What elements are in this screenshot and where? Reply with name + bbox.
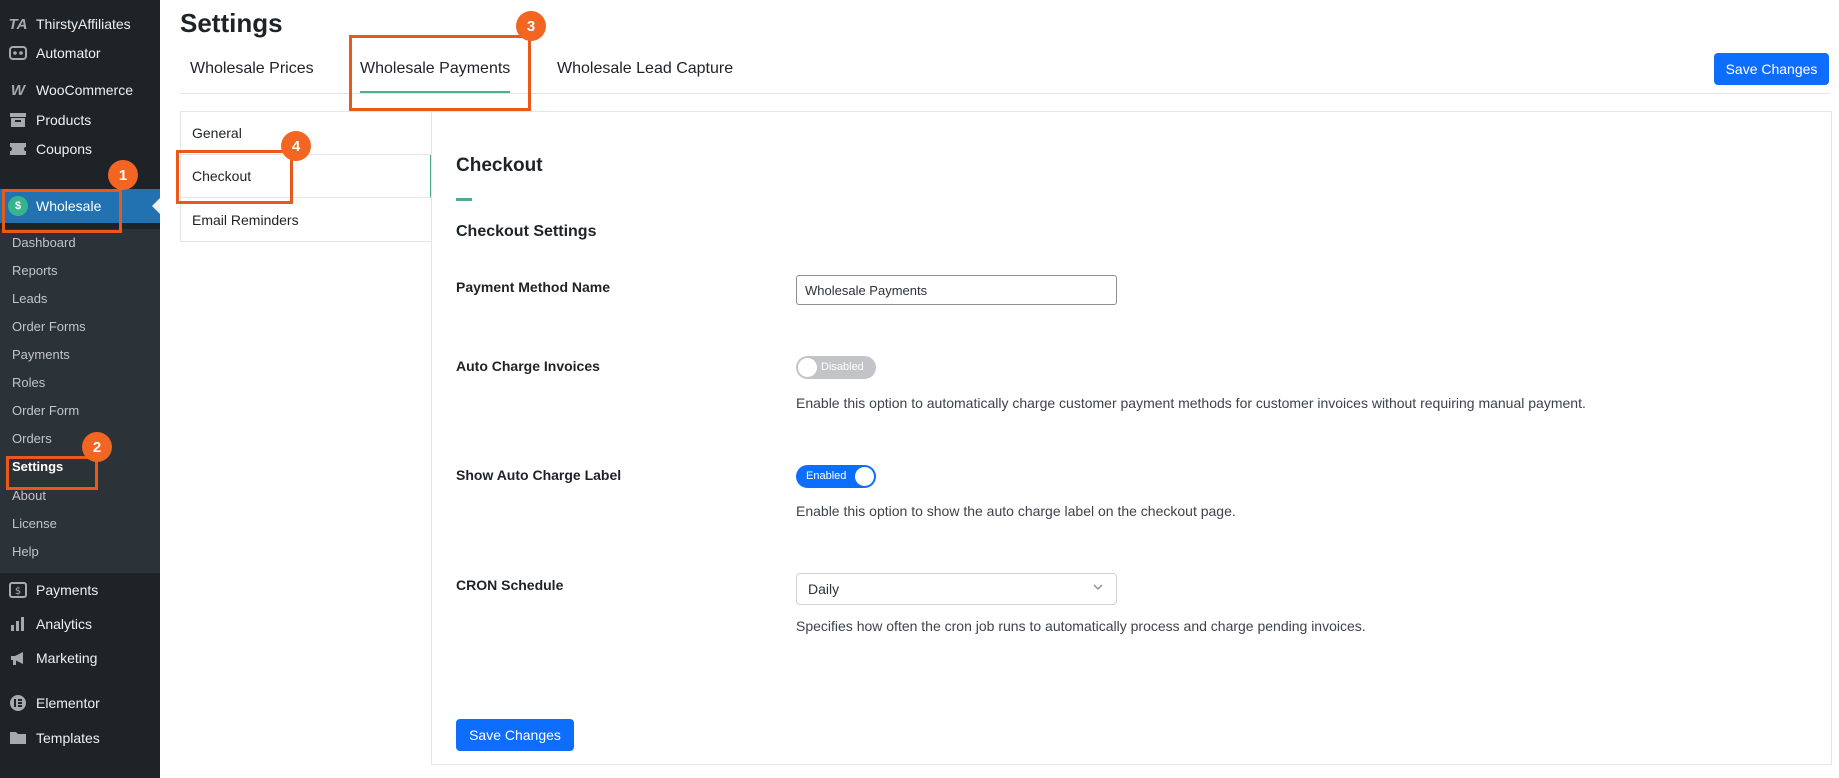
svg-text:$: $: [15, 586, 21, 597]
show-auto-charge-label-label: Show Auto Charge Label: [456, 467, 622, 483]
submenu-item-license[interactable]: License: [12, 516, 57, 531]
submenu-item-leads[interactable]: Leads: [12, 291, 47, 306]
side-tab-email-reminders[interactable]: Email Reminders: [181, 198, 432, 241]
submenu-item-about[interactable]: About: [12, 488, 46, 503]
products-icon: [8, 110, 28, 130]
show-auto-charge-label-toggle[interactable]: Enabled: [796, 465, 876, 488]
submenu-item-orders[interactable]: Orders: [12, 431, 52, 446]
cron-schedule-value: Daily: [808, 581, 840, 597]
menu-item-analytics[interactable]: Analytics: [0, 607, 160, 641]
menu-item-marketing[interactable]: Marketing: [0, 641, 160, 675]
marketing-icon: [8, 648, 28, 668]
section-title: Checkout: [456, 155, 543, 176]
annotation-box-2: [6, 456, 98, 490]
submenu-item-order-forms[interactable]: Order Forms: [12, 319, 86, 334]
chevron-down-icon: [1092, 581, 1104, 596]
auto-charge-invoices-toggle[interactable]: Disabled: [796, 356, 876, 379]
annotation-badge-4: 4: [281, 131, 311, 161]
woocommerce-icon: W: [10, 81, 26, 99]
menu-item-payments[interactable]: $ Payments: [0, 573, 160, 607]
title-accent-bar: [456, 198, 472, 201]
templates-icon: [8, 728, 28, 748]
menu-label: Marketing: [36, 650, 98, 666]
active-menu-arrow: [152, 198, 160, 214]
show-auto-charge-label-help: Enable this option to show the auto char…: [796, 503, 1236, 519]
menu-label: Templates: [36, 730, 100, 746]
tab-wholesale-lead-capture[interactable]: Wholesale Lead Capture: [557, 60, 733, 78]
menu-label: Elementor: [36, 695, 100, 711]
auto-charge-invoices-label: Auto Charge Invoices: [456, 358, 600, 374]
menu-label: WooCommerce: [36, 82, 133, 98]
submenu-item-roles[interactable]: Roles: [12, 375, 45, 390]
analytics-icon: [8, 614, 28, 634]
admin-sidebar: TA ThirstyAffiliates Automator W WooComm…: [0, 0, 160, 778]
cron-schedule-help: Specifies how often the cron job runs to…: [796, 618, 1366, 634]
menu-label: ThirstyAffiliates: [36, 16, 131, 32]
menu-item-woocommerce[interactable]: W WooCommerce: [0, 73, 160, 107]
menu-label: Payments: [36, 582, 99, 598]
submenu-item-dashboard[interactable]: Dashboard: [12, 235, 76, 250]
menu-item-coupons[interactable]: Coupons: [0, 132, 160, 166]
toggle-state-label: Disabled: [821, 361, 864, 373]
wholesale-submenu: Dashboard Reports Leads Order Forms Paym…: [0, 229, 160, 573]
annotation-badge-2: 2: [82, 432, 112, 462]
toggle-knob: [855, 467, 874, 486]
annotation-badge-3: 3: [516, 11, 546, 41]
save-changes-button[interactable]: Save Changes: [456, 719, 574, 751]
payments-icon: $: [8, 580, 28, 600]
submenu-item-payments[interactable]: Payments: [12, 347, 70, 362]
auto-charge-invoices-help: Enable this option to automatically char…: [796, 395, 1586, 411]
page-title: Settings: [180, 8, 283, 38]
menu-item-automator[interactable]: Automator: [0, 36, 160, 70]
toggle-knob: [798, 358, 817, 377]
menu-label: Coupons: [36, 141, 93, 157]
section-subtitle: Checkout Settings: [456, 223, 597, 240]
annotation-box-4: [176, 150, 293, 204]
menu-label: Automator: [36, 45, 101, 61]
checkout-settings-panel: Checkout Checkout Settings Payment Metho…: [431, 111, 1832, 765]
menu-label: Products: [36, 112, 92, 128]
annotation-badge-1: 1: [108, 160, 138, 190]
menu-label: Analytics: [36, 616, 93, 632]
coupons-icon: [8, 139, 28, 159]
menu-item-templates[interactable]: Templates: [0, 721, 160, 755]
thirstyaffiliates-icon: TA: [8, 15, 28, 33]
payment-method-name-label: Payment Method Name: [456, 279, 611, 295]
cron-schedule-select[interactable]: Daily: [796, 573, 1117, 605]
submenu-item-help[interactable]: Help: [12, 544, 39, 559]
elementor-icon: [8, 693, 28, 713]
submenu-item-order-form[interactable]: Order Form: [12, 403, 79, 418]
toggle-state-label: Enabled: [806, 470, 847, 482]
menu-item-elementor[interactable]: Elementor: [0, 686, 160, 720]
annotation-box-3: [349, 35, 531, 111]
annotation-box-1: [2, 189, 122, 233]
tab-wholesale-prices[interactable]: Wholesale Prices: [190, 60, 314, 78]
save-changes-button-top[interactable]: Save Changes: [1714, 53, 1829, 85]
submenu-item-reports[interactable]: Reports: [12, 263, 58, 278]
payment-method-name-input[interactable]: [796, 275, 1117, 305]
automator-icon: [8, 43, 28, 63]
cron-schedule-label: CRON Schedule: [456, 577, 564, 593]
